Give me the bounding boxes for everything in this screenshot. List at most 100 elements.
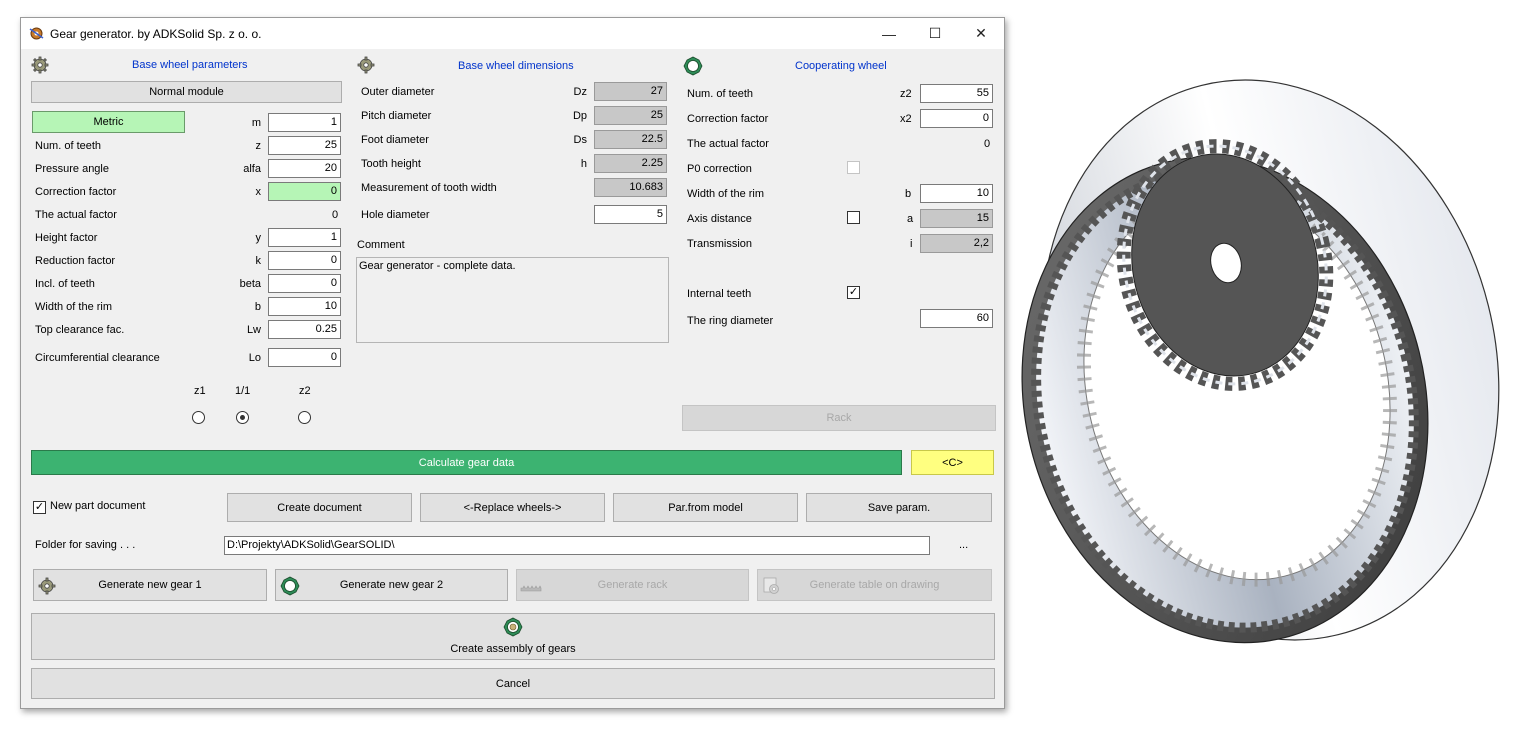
base-param-input-Lw[interactable]: 0.25 (268, 320, 341, 339)
base-param-input-alfa[interactable]: 20 (268, 159, 341, 178)
base-param-symbol: m (251, 117, 261, 129)
axis-distance-value: 15 (920, 209, 993, 228)
minimize-button[interactable]: — (866, 18, 912, 49)
base-param-input-b[interactable]: 10 (268, 297, 341, 316)
ring-diameter-input[interactable]: 60 (920, 309, 993, 328)
folder-label: Folder for saving . . . (35, 539, 136, 551)
p0-correction-checkbox[interactable] (847, 161, 860, 174)
internal-teeth-checkbox[interactable]: ✓ (847, 286, 860, 299)
ring-diameter-label: The ring diameter (687, 315, 774, 327)
generate-rack-button[interactable]: Generate rack (516, 569, 749, 601)
transmission-symbol: i (910, 238, 913, 250)
base-param-input-beta[interactable]: 0 (268, 274, 341, 293)
axis-distance-symbol: a (907, 213, 914, 225)
coop-rim-label: Width of the rim (687, 188, 765, 200)
rack-button[interactable]: Rack (682, 405, 996, 431)
maximize-button[interactable]: ☐ (912, 18, 958, 49)
base-param-label: The actual factor (35, 209, 117, 221)
dimension-value: 10.683 (594, 178, 667, 197)
create-assembly-button[interactable]: Create assembly of gears (31, 613, 995, 660)
dimension-symbol: Ds (573, 134, 587, 146)
cancel-button[interactable]: Cancel (31, 668, 995, 699)
coop-correction-symbol: x2 (900, 113, 912, 125)
radio-selected-dot (240, 415, 245, 420)
base-param-symbol: z (255, 140, 262, 152)
coop-correction-input[interactable]: 0 (920, 109, 993, 128)
coop-teeth-symbol: z2 (900, 88, 912, 100)
close-button[interactable]: ✕ (958, 18, 1004, 49)
base-param-symbol: alfa (243, 163, 261, 175)
base-param-label: Reduction factor (35, 255, 116, 267)
base-param-label: Top clearance fac. (35, 324, 125, 336)
normal-module-button[interactable]: Normal module (31, 81, 342, 103)
base-param-input-k[interactable]: 0 (268, 251, 341, 270)
title-bar: Gear generator. by ADKSolid Sp. z o. o. … (21, 18, 1004, 49)
base-param-input-Lo[interactable]: 0 (268, 348, 341, 367)
coop-teeth-input[interactable]: 55 (920, 84, 993, 103)
comment-label: Comment (357, 239, 405, 251)
dimension-value: 22.5 (594, 130, 667, 149)
folder-path-input[interactable]: D:\Projekty\ADKSolid\GearSOLID\ (224, 536, 930, 555)
hole-diameter-input[interactable]: 5 (594, 205, 667, 224)
ring-gear-icon (683, 56, 703, 76)
base-param-symbol: k (255, 255, 262, 267)
metric-button[interactable]: Metric (32, 111, 185, 133)
base-param-symbol: y (255, 232, 262, 244)
ratio-z1-radio[interactable] (192, 411, 205, 424)
gear-generator-window: Gear generator. by ADKSolid Sp. z o. o. … (20, 17, 1005, 709)
dimension-label: Measurement of tooth width (361, 182, 497, 194)
dimension-value: 2.25 (594, 154, 667, 173)
c-button[interactable]: <C> (911, 450, 994, 475)
coop-teeth-label: Num. of teeth (687, 88, 754, 100)
base-param-input-x[interactable]: 0 (268, 182, 341, 201)
base-param-label: Incl. of teeth (35, 278, 95, 290)
coop-correction-label: Correction factor (687, 113, 769, 125)
dimension-label: Pitch diameter (361, 110, 432, 122)
generate-gear-2-button[interactable]: Generate new gear 2 (275, 569, 508, 601)
dimension-symbol: Dp (572, 110, 587, 122)
comment-textarea[interactable]: Gear generator - complete data. (356, 257, 669, 343)
base-param-symbol: x (255, 186, 262, 198)
base-param-label: Pressure angle (35, 163, 109, 175)
axis-distance-label: Axis distance (687, 213, 752, 225)
generate-rack-label: Generate rack (597, 579, 668, 591)
base-param-input-z[interactable]: 25 (268, 136, 341, 155)
base-param-symbol: b (254, 301, 261, 313)
param-from-model-button[interactable]: Par.from model (613, 493, 798, 522)
gear-icon (38, 577, 56, 595)
ratio-z2-label: z2 (299, 385, 311, 397)
browse-folder-button[interactable]: ... (959, 539, 968, 551)
p0-correction-label: P0 correction (687, 163, 752, 175)
dimension-label: Hole diameter (361, 209, 430, 221)
base-param-input-y[interactable]: 1 (268, 228, 341, 247)
base-param-label: Circumferential clearance (35, 352, 160, 364)
base-param-symbol: beta (239, 278, 261, 290)
axis-distance-checkbox[interactable] (847, 211, 860, 224)
ratio-z2-radio[interactable] (298, 411, 311, 424)
ratio-1-1-radio[interactable] (236, 411, 249, 424)
ring-gear-icon (280, 576, 300, 596)
dimension-symbol: Dz (573, 86, 587, 98)
dimension-value: 25 (594, 106, 667, 125)
coop-rim-symbol: b (905, 188, 912, 200)
generate-gear-1-button[interactable]: Generate new gear 1 (33, 569, 267, 601)
transmission-value: 2,2 (920, 234, 993, 253)
calculate-gear-data-button[interactable]: Calculate gear data (31, 450, 902, 475)
generate-gear-1-label: Generate new gear 1 (98, 579, 202, 591)
new-part-document-checkbox[interactable]: ✓ (33, 501, 46, 514)
actual-factor-value: 0 (332, 209, 339, 221)
base-param-symbol: Lw (246, 324, 261, 336)
ratio-1-1-label: 1/1 (235, 385, 251, 397)
internal-teeth-label: Internal teeth (687, 288, 752, 300)
base-param-label: Height factor (35, 232, 98, 244)
base-param-input-m[interactable]: 1 (268, 113, 341, 132)
window-title: Gear generator. by ADKSolid Sp. z o. o. (50, 27, 262, 41)
create-document-button[interactable]: Create document (227, 493, 412, 522)
generate-table-button[interactable]: Generate table on drawing (757, 569, 992, 601)
coop-rim-input[interactable]: 10 (920, 184, 993, 203)
save-param-button[interactable]: Save param. (806, 493, 992, 522)
dimension-label: Outer diameter (361, 86, 435, 98)
coop-actual-label: The actual factor (687, 138, 769, 150)
replace-wheels-button[interactable]: <-Replace wheels-> (420, 493, 605, 522)
base-params-header: Base wheel parameters (132, 59, 248, 71)
